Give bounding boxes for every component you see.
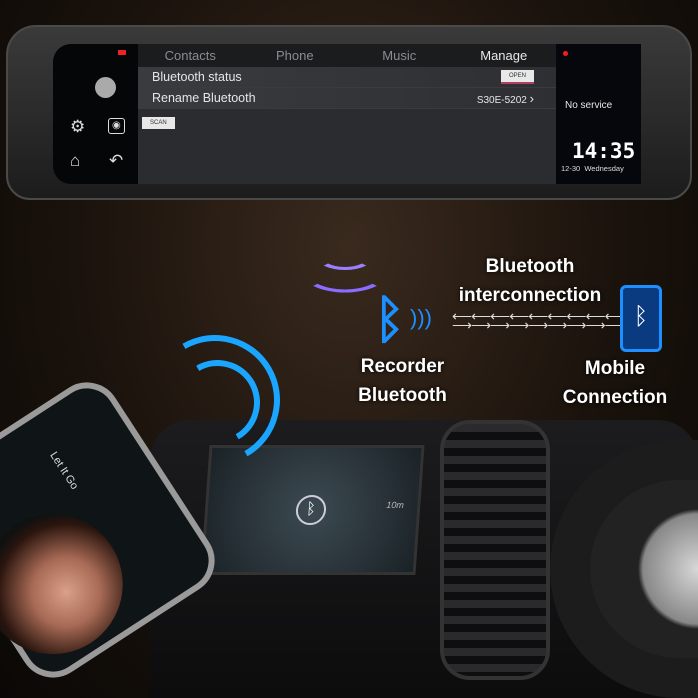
exchange-arrows-icon: ⟵⟵⟵⟵⟵⟵⟵⟵⟵⟵ ⟶⟶⟶⟶⟶⟶⟶⟶⟶⟶ <box>452 308 644 333</box>
air-vent <box>440 420 550 680</box>
tab-music[interactable]: Music <box>347 48 452 63</box>
back-icon[interactable]: ↶ <box>109 152 123 169</box>
scan-button[interactable]: SCAN <box>142 117 175 129</box>
tab-contacts[interactable]: Contacts <box>138 48 243 63</box>
record-indicator-icon <box>563 51 568 56</box>
bluetooth-icon: ᛒ <box>294 495 328 525</box>
chevron-right-icon: › <box>529 90 534 106</box>
tab-bar: Contacts Phone Music Manage <box>138 44 556 67</box>
bluetooth-status-row: Bluetooth status OPEN <box>138 67 556 88</box>
status-panel: No service 14:35 12-30 Wednesday <box>556 44 641 184</box>
service-status: No service <box>565 100 613 111</box>
rename-bluetooth-row[interactable]: Rename Bluetooth S30E-5202 › <box>138 88 556 109</box>
dashcam-screen: ⚙ ◉ ⌂ ↶ Contacts Phone Music Manage Blue… <box>53 44 641 184</box>
tab-manage[interactable]: Manage <box>452 48 557 63</box>
row-label: Rename Bluetooth <box>152 91 256 105</box>
distance-label: 10m <box>386 500 405 510</box>
voice-icon[interactable] <box>95 77 116 98</box>
mobile-phone-icon: ᛒ <box>620 285 662 352</box>
recorder-bluetooth-label: Recorder Bluetooth <box>358 356 447 406</box>
settings-icon[interactable]: ⚙ <box>70 118 85 135</box>
scan-row: SCAN <box>138 109 556 129</box>
date: 12-30 Wednesday <box>561 164 624 173</box>
side-panel: ⚙ ◉ ⌂ ↶ <box>53 44 138 184</box>
song-title: Let It Go <box>47 449 81 492</box>
open-button[interactable]: OPEN <box>500 70 534 84</box>
signal-indicator-icon <box>118 50 126 55</box>
clock: 14:35 <box>572 139 636 163</box>
interconnection-label: Bluetooth interconnection <box>458 256 602 306</box>
tab-phone[interactable]: Phone <box>243 48 348 63</box>
row-label: Bluetooth status <box>152 70 242 84</box>
device-name-value: S30E-5202 › <box>476 90 534 106</box>
signal-wave-purple <box>315 240 375 270</box>
camera-icon[interactable]: ◉ <box>108 118 125 134</box>
recorder-bluetooth-icon: ᛒ <box>374 291 406 349</box>
bluetooth-emit-icon: ))) <box>410 305 432 330</box>
home-icon[interactable]: ⌂ <box>70 152 80 169</box>
bluetooth-manage-panel: Contacts Phone Music Manage Bluetooth st… <box>138 44 556 184</box>
car-display: ᛒ 10m <box>200 445 425 575</box>
mobile-connection-label: Mobile Connection <box>562 358 668 408</box>
